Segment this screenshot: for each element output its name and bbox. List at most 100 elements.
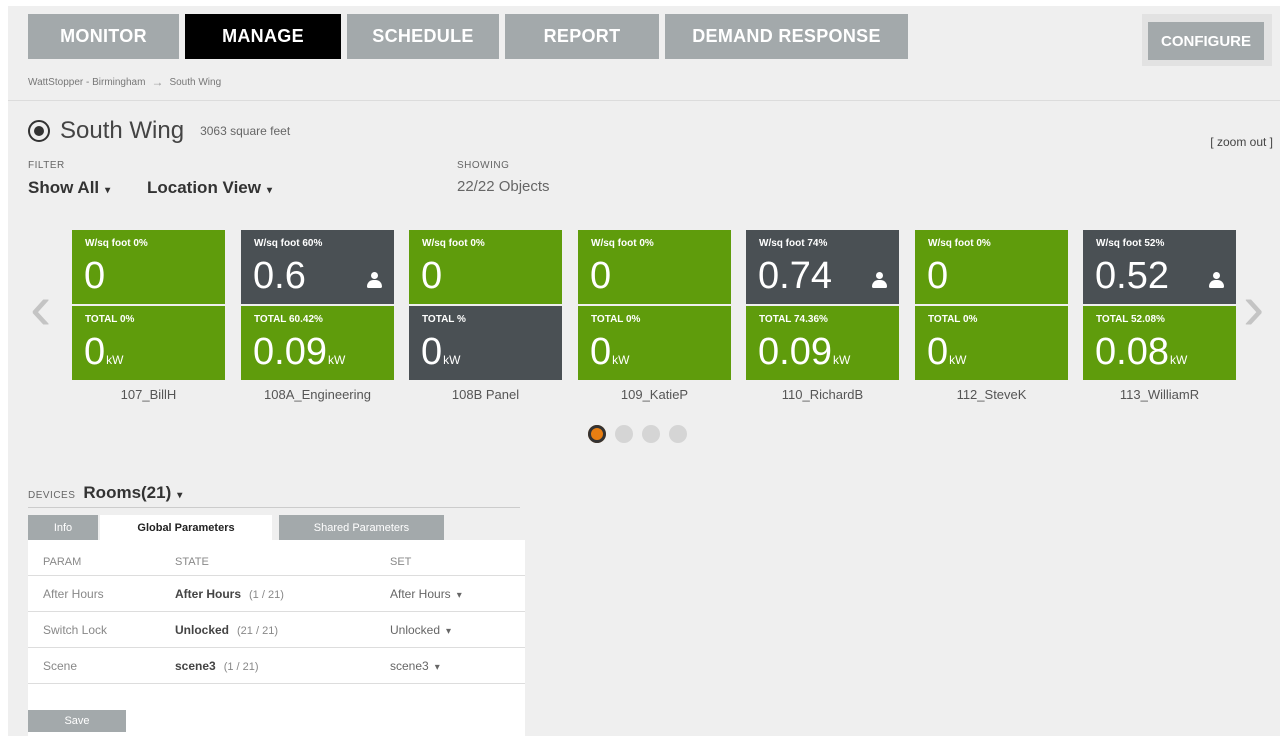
table-header: PARAM STATE SET [28, 540, 525, 576]
room-tile[interactable]: W/sq foot 0% 0 TOTAL 0% 0kW 109_KatieP [578, 230, 731, 402]
tab-shared-parameters[interactable]: Shared Parameters [279, 515, 444, 540]
total-power-caption: TOTAL % [422, 314, 466, 325]
total-power-value: 0.09kW [758, 331, 851, 373]
room-tile[interactable]: W/sq foot 0% 0 TOTAL 0% 0kW 107_BillH [72, 230, 225, 402]
power-density-caption: W/sq foot 60% [254, 238, 323, 249]
tab-demand-response[interactable]: DEMAND RESPONSE [665, 14, 908, 59]
total-power-panel: TOTAL 0% 0kW [578, 306, 731, 380]
tab-info[interactable]: Info [28, 515, 98, 540]
room-tile[interactable]: W/sq foot 0% 0 TOTAL 0% 0kW 112_SteveK [915, 230, 1068, 402]
configure-button[interactable]: CONFIGURE [1148, 22, 1264, 60]
power-density-value: 0.74 [758, 255, 832, 297]
param-state: scene3 (1 / 21) [175, 659, 259, 673]
power-density-value: 0.52 [1095, 255, 1169, 297]
carousel-prev-button[interactable]: ‹ [30, 275, 51, 339]
total-power-value: 0kW [590, 331, 630, 373]
power-density-panel: W/sq foot 0% 0 [409, 230, 562, 304]
filter-label: FILTER [28, 160, 65, 171]
carousel-dot[interactable] [642, 425, 660, 443]
breadcrumb: WattStopper - Birmingham → South Wing [28, 75, 221, 89]
chevron-down-icon: ▾ [177, 490, 183, 501]
power-density-panel: W/sq foot 0% 0 [915, 230, 1068, 304]
power-density-value: 0 [84, 255, 106, 297]
room-name: 113_WilliamR [1119, 387, 1200, 402]
chevron-down-icon: ▾ [267, 185, 273, 196]
devices-select[interactable]: Rooms(21) ▾ [83, 483, 182, 503]
param-set-select[interactable]: scene3 ▾ [390, 659, 440, 673]
carousel-dot[interactable] [615, 425, 633, 443]
power-density-panel: W/sq foot 0% 0 [72, 230, 225, 304]
total-power-panel: TOTAL % 0kW [409, 306, 562, 380]
total-power-caption: TOTAL 0% [928, 314, 978, 325]
carousel-dot[interactable] [588, 425, 606, 443]
total-power-panel: TOTAL 52.08% 0.08kW [1083, 306, 1236, 380]
breadcrumb-parent[interactable]: WattStopper - Birmingham [28, 77, 145, 88]
page-title: South Wing [60, 117, 185, 144]
room-tile[interactable]: W/sq foot 52% 0.52 TOTAL 52.08% 0.08kW 113_W… [1083, 230, 1236, 402]
target-icon [28, 120, 50, 142]
tab-global-parameters[interactable]: Global Parameters [100, 515, 272, 540]
power-density-value: 0.6 [253, 255, 306, 297]
room-tile[interactable]: W/sq foot 74% 0.74 TOTAL 74.36% 0.09kW 110_R… [746, 230, 899, 402]
room-name: 108A_Engineering [264, 387, 371, 402]
param-name: Switch Lock [43, 623, 108, 637]
parameters-table: PARAM STATE SET After Hours After Hours(… [28, 540, 525, 736]
param-name: Scene [43, 659, 78, 673]
table-row: Switch Lock Unlocked (21 / 21) Unlocked ▾ [28, 612, 525, 648]
power-density-value: 0 [927, 255, 949, 297]
total-power-caption: TOTAL 52.08% [1096, 314, 1165, 325]
divider [28, 507, 520, 508]
carousel-next-button[interactable]: › [1243, 275, 1264, 339]
power-density-caption: W/sq foot 0% [85, 238, 148, 249]
total-power-value: 0.09kW [253, 331, 346, 373]
param-set-select[interactable]: Unlocked ▾ [390, 623, 451, 637]
total-power-panel: TOTAL 74.36% 0.09kW [746, 306, 899, 380]
occupied-person-icon [1208, 272, 1224, 288]
carousel-pager [588, 425, 687, 443]
header-set: SET [390, 556, 412, 568]
power-density-caption: W/sq foot 0% [928, 238, 991, 249]
total-power-panel: TOTAL 60.42% 0.09kW [241, 306, 394, 380]
carousel-dot[interactable] [669, 425, 687, 443]
filter-view-select[interactable]: Location View ▾ [147, 178, 272, 198]
param-set-select[interactable]: After Hours ▾ [390, 587, 462, 601]
power-density-caption: W/sq foot 0% [591, 238, 654, 249]
chevron-down-icon: ▾ [434, 662, 440, 673]
total-power-value: 0.08kW [1095, 331, 1188, 373]
total-power-value: 0kW [927, 331, 967, 373]
power-density-panel: W/sq foot 60% 0.6 [241, 230, 394, 304]
power-density-value: 0 [421, 255, 443, 297]
total-power-caption: TOTAL 0% [591, 314, 641, 325]
power-density-value: 0 [590, 255, 612, 297]
arrow-right-icon: → [151, 75, 164, 89]
page-header: South Wing 3063 square feet [28, 117, 290, 145]
param-state: After Hours (1 / 21) [175, 587, 284, 601]
tab-report[interactable]: REPORT [505, 14, 659, 59]
tab-schedule[interactable]: SCHEDULE [347, 14, 499, 59]
total-power-caption: TOTAL 74.36% [759, 314, 828, 325]
total-power-caption: TOTAL 0% [85, 314, 135, 325]
power-density-caption: W/sq foot 52% [1096, 238, 1165, 249]
area-size: 3063 square feet [200, 124, 291, 138]
zoom-out-link[interactable]: [ zoom out ] [1210, 135, 1273, 149]
tab-manage[interactable]: MANAGE [185, 14, 341, 59]
configure-panel: CONFIGURE [1142, 14, 1272, 66]
occupied-person-icon [366, 272, 382, 288]
power-density-caption: W/sq foot 74% [759, 238, 828, 249]
total-power-panel: TOTAL 0% 0kW [72, 306, 225, 380]
param-name: After Hours [43, 587, 104, 601]
power-density-caption: W/sq foot 0% [422, 238, 485, 249]
occupied-person-icon [871, 272, 887, 288]
room-tile[interactable]: W/sq foot 0% 0 TOTAL % 0kW 108B Panel [409, 230, 562, 402]
total-power-panel: TOTAL 0% 0kW [915, 306, 1068, 380]
power-density-panel: W/sq foot 74% 0.74 [746, 230, 899, 304]
save-button[interactable]: Save [28, 710, 126, 732]
chevron-down-icon: ▾ [456, 590, 462, 601]
table-row: After Hours After Hours (1 / 21) After Ho… [28, 576, 525, 612]
filter-show-select[interactable]: Show All ▾ [28, 178, 110, 198]
table-row: Scene scene3 (1 / 21) scene3 ▾ [28, 648, 525, 684]
breadcrumb-current: South Wing [169, 76, 222, 88]
tab-monitor[interactable]: MONITOR [28, 14, 179, 59]
room-tile[interactable]: W/sq foot 60% 0.6 TOTAL 60.42% 0.09kW 108A_E… [241, 230, 394, 402]
header-param: PARAM [43, 556, 82, 568]
